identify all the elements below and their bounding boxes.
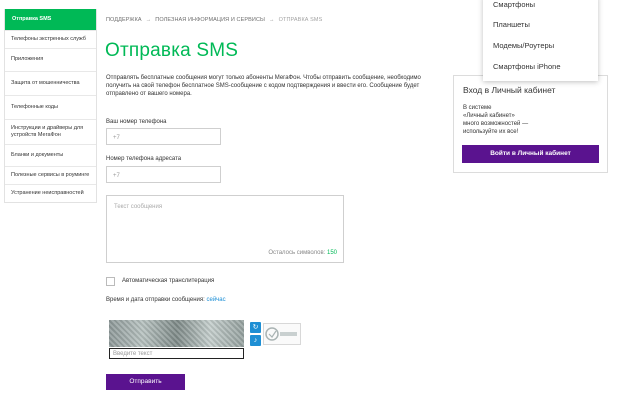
login-panel: Вход в Личный кабинет В системе «Личный … xyxy=(453,75,608,173)
char-counter: Осталось символов: 150 xyxy=(268,250,337,256)
breadcrumb-separator: → xyxy=(269,17,275,23)
sender-phone-input[interactable]: +7 xyxy=(106,128,221,145)
login-button[interactable]: Войти в Личный кабинет xyxy=(462,145,599,163)
breadcrumb-item-useful-info[interactable]: Полезная информация и сервисы xyxy=(155,17,265,23)
sender-phone-label: Ваш номер телефона xyxy=(106,119,167,125)
dropdown-item-tablets[interactable]: Планшеты xyxy=(493,20,530,29)
page-title: Отправка SMS xyxy=(105,40,239,61)
char-counter-value: 150 xyxy=(326,250,337,256)
intro-text: Отправлять бесплатные сообщения могут то… xyxy=(106,75,421,98)
send-datetime: Время и дата отправки сообщения: сейчас xyxy=(106,297,226,303)
sidebar-item-phone-codes[interactable]: Телефонные коды xyxy=(5,95,96,119)
login-panel-description: В системе «Личный кабинет» много возможн… xyxy=(463,104,563,136)
sidebar-item-send-sms[interactable]: Отправка SMS xyxy=(5,9,96,30)
breadcrumb: Поддержка → Полезная информация и сервисы →… xyxy=(106,17,322,23)
audio-icon[interactable]: ♪ xyxy=(250,335,261,346)
dropdown-item-iphone[interactable]: Смартфоны iPhone xyxy=(493,62,561,71)
message-textarea[interactable]: Текст сообщения Осталось символов: 150 xyxy=(106,195,344,263)
sidebar-item-forms[interactable]: Бланки и документы xyxy=(5,144,96,166)
char-counter-label: Осталось символов: xyxy=(268,250,326,256)
send-datetime-label: Время и дата отправки сообщения: xyxy=(106,297,205,303)
login-desc-line: используйте их все! xyxy=(463,129,519,135)
dropdown-item-modems-routers[interactable]: Модемы/Роутеры xyxy=(493,41,554,50)
sidebar-item-emergency-phones[interactable]: Телефоны экстренных служб xyxy=(5,30,96,48)
sidebar: Отправка SMS Телефоны экстренных служб П… xyxy=(4,9,97,203)
breadcrumb-item-current: Отправка SMS xyxy=(278,17,323,23)
captcha-input[interactable]: Введите текст xyxy=(109,348,244,359)
translit-checkbox[interactable] xyxy=(106,277,115,286)
breadcrumb-separator: → xyxy=(145,17,152,23)
login-desc-line: В системе xyxy=(463,105,492,111)
breadcrumb-item-support[interactable]: Поддержка xyxy=(106,17,142,23)
sidebar-item-troubleshooting[interactable]: Устранение неисправностей xyxy=(5,184,96,202)
captcha-noise xyxy=(109,320,244,347)
captcha-image xyxy=(109,320,244,347)
message-placeholder: Текст сообщения xyxy=(114,204,163,210)
captcha-logo-icon xyxy=(263,323,301,345)
login-desc-line: много возможностей — xyxy=(463,121,529,127)
captcha-logo-graphic xyxy=(265,327,297,341)
translit-label[interactable]: Автоматическая транслитерация xyxy=(122,278,214,284)
sidebar-item-fraud-protection[interactable]: Защита от мошенничества xyxy=(5,71,96,95)
recipient-phone-label: Номер телефона адресата xyxy=(106,156,182,162)
refresh-icon[interactable]: ↻ xyxy=(250,322,261,333)
send-datetime-link[interactable]: сейчас xyxy=(206,297,225,303)
sidebar-item-roaming-services[interactable]: Полезные сервисы в роуминге xyxy=(5,166,96,184)
login-desc-line: «Личный кабинет» xyxy=(463,113,515,119)
dropdown-item-smartphones[interactable]: Смартфоны xyxy=(493,0,535,9)
recipient-phone-input[interactable]: +7 xyxy=(106,166,221,183)
sidebar-item-instructions[interactable]: Инструкции и драйверы для устройств Мега… xyxy=(5,119,96,144)
submit-button[interactable]: Отправить xyxy=(106,374,185,390)
devices-dropdown-menu: Смартфоны Планшеты Модемы/Роутеры Смартф… xyxy=(483,0,598,81)
sidebar-item-apps[interactable]: Приложения xyxy=(5,48,96,71)
login-panel-title: Вход в Личный кабинет xyxy=(463,85,556,95)
